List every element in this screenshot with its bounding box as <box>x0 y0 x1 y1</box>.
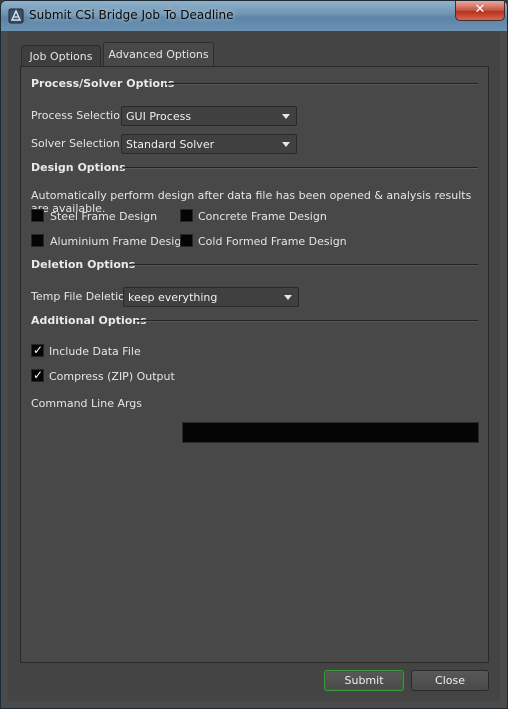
process-selection-label: Process Selection <box>31 109 127 122</box>
tab-advanced-options[interactable]: Advanced Options <box>103 42 214 67</box>
section-divider <box>166 83 478 85</box>
close-button[interactable]: Close <box>411 670 489 691</box>
compress-output-checkbox[interactable]: ✓ <box>31 368 44 382</box>
temp-file-deletion-label: Temp File Deletion <box>31 290 132 303</box>
aluminium-frame-design-label: Aluminium Frame Design <box>50 235 189 248</box>
compress-output-label: Compress (ZIP) Output <box>49 370 175 383</box>
temp-file-deletion-value: keep everything <box>128 291 218 304</box>
app-icon <box>8 8 24 24</box>
section-divider <box>129 264 478 266</box>
solver-selection-label: Solver Selection <box>31 137 120 150</box>
solver-selection-value: Standard Solver <box>126 138 215 151</box>
command-line-args-label: Command Line Args <box>31 397 143 410</box>
include-data-file-checkbox[interactable]: ✓ <box>31 343 44 357</box>
process-solver-title: Process/Solver Options <box>31 77 175 90</box>
aluminium-frame-design-checkbox[interactable] <box>31 234 44 247</box>
tab-job-options-label: Job Options <box>29 50 93 63</box>
concrete-frame-design-checkbox[interactable] <box>180 209 193 222</box>
additional-options-title: Additional Options <box>31 314 147 327</box>
advanced-options-panel: Process/Solver Options Process Selection… <box>20 66 489 663</box>
checkmark-icon: ✓ <box>33 343 44 357</box>
window-close-button[interactable]: ✕ <box>455 1 505 21</box>
process-selection-dropdown[interactable]: GUI Process <box>121 106 297 126</box>
steel-frame-design-checkbox[interactable] <box>31 209 44 222</box>
temp-file-deletion-dropdown[interactable]: keep everything <box>123 287 299 307</box>
section-divider <box>135 320 478 322</box>
tab-advanced-options-label: Advanced Options <box>108 48 209 61</box>
submit-button[interactable]: Submit <box>324 670 404 691</box>
cold-formed-frame-design-checkbox[interactable] <box>180 234 193 247</box>
solver-selection-dropdown[interactable]: Standard Solver <box>121 134 297 154</box>
chevron-down-icon <box>282 114 290 119</box>
title-bar[interactable]: Submit CSi Bridge Job To Deadline ✕ <box>1 1 507 31</box>
section-divider <box>122 167 478 169</box>
deletion-options-title: Deletion Options <box>31 258 136 271</box>
checkmark-icon: ✓ <box>33 368 44 382</box>
design-options-title: Design Options <box>31 161 126 174</box>
window-title: Submit CSi Bridge Job To Deadline <box>29 8 234 22</box>
steel-frame-design-label: Steel Frame Design <box>50 210 158 223</box>
cold-formed-frame-design-label: Cold Formed Frame Design <box>198 235 347 248</box>
include-data-file-label: Include Data File <box>49 345 141 358</box>
dialog-window: Submit CSi Bridge Job To Deadline ✕ Job … <box>0 0 508 709</box>
command-line-args-input[interactable] <box>182 422 479 443</box>
tab-job-options[interactable]: Job Options <box>21 45 101 66</box>
concrete-frame-design-label: Concrete Frame Design <box>198 210 327 223</box>
close-icon: ✕ <box>474 2 486 17</box>
chevron-down-icon <box>282 142 290 147</box>
process-selection-value: GUI Process <box>126 110 192 123</box>
dialog-body: Job Options Advanced Options Process/Sol… <box>8 31 500 701</box>
chevron-down-icon <box>284 295 292 300</box>
